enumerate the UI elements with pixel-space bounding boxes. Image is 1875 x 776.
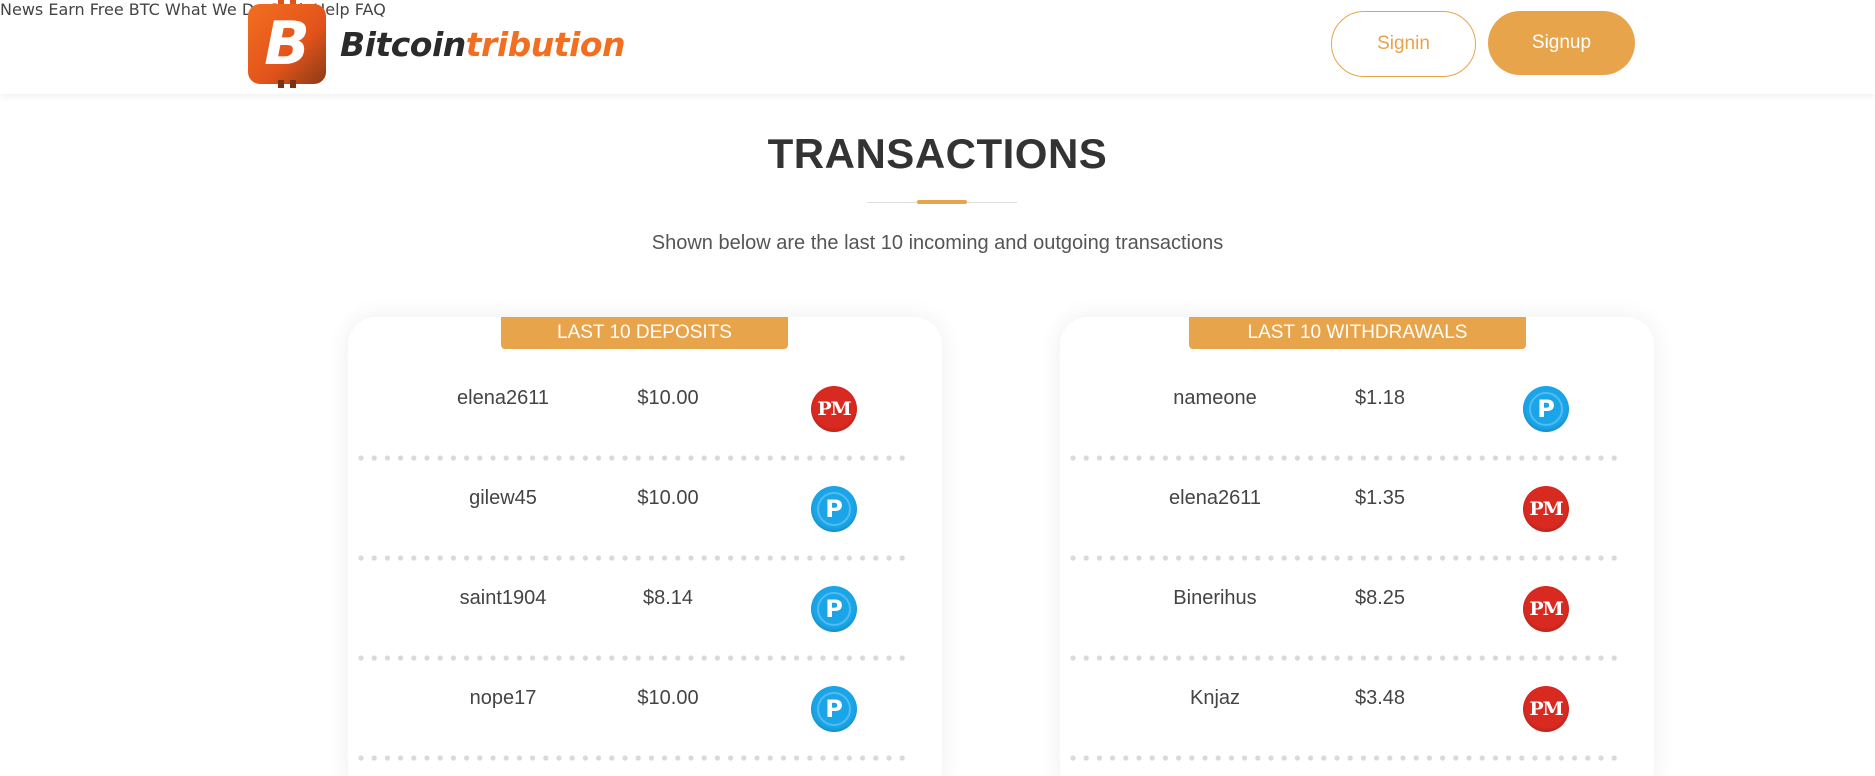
transaction-username: Binerihus: [1173, 587, 1257, 609]
signup-button[interactable]: Signup: [1488, 11, 1635, 75]
logo-text-orange: tribution: [465, 24, 626, 64]
payment-method-label: PM: [1529, 698, 1563, 720]
transaction-username: elena2611: [1169, 487, 1261, 509]
title-divider-accent: [917, 200, 967, 204]
transaction-row: nameone $1.18 P: [1060, 317, 1654, 461]
transaction-amount: $10.00: [637, 487, 699, 509]
transaction-username: nameone: [1173, 387, 1257, 409]
site-logo[interactable]: B Bitcointribution: [246, 0, 626, 88]
nav-earn-free-btc[interactable]: Earn Free BTC: [48, 0, 159, 19]
transaction-amount: $10.00: [637, 687, 699, 709]
transaction-row: elena2611 $1.35 PM: [1060, 417, 1654, 561]
withdrawals-card: LAST 10 WITHDRAWALS nameone $1.18 Pelena26…: [1060, 317, 1654, 776]
payeer-icon: P: [811, 686, 857, 732]
deposits-card: LAST 10 DEPOSITS elena2611 $10.00 PM gilew4…: [348, 317, 942, 776]
row-separator: [1070, 755, 1626, 761]
logo-wordmark: Bitcointribution: [340, 24, 626, 64]
transaction-username: gilew45: [469, 487, 537, 509]
transaction-amount: $8.25: [1354, 587, 1406, 609]
transaction-username: saint1904: [459, 587, 547, 609]
row-separator: [358, 755, 914, 761]
transaction-row: Binerihus $8.25 PM: [1060, 517, 1654, 661]
transaction-row: nope17 $10.00 P: [348, 617, 942, 761]
transaction-amount: $1.18: [1354, 387, 1406, 409]
logo-text-dark: Bitcoin: [340, 24, 466, 64]
payment-method-label: P: [817, 692, 851, 726]
page-subtitle: Shown below are the last 10 incoming and…: [651, 232, 1224, 254]
transaction-username: elena2611: [457, 387, 549, 409]
transaction-amount: $10.00: [637, 387, 699, 409]
transaction-row: Knjaz $3.48 PM: [1060, 617, 1654, 761]
nav-news[interactable]: News: [0, 0, 43, 19]
bitcoin-logo-icon: B: [246, 0, 328, 88]
transaction-row: saint1904 $8.14 P: [348, 517, 942, 661]
signin-button[interactable]: Signin: [1331, 11, 1476, 77]
logo-letter: B: [264, 9, 310, 79]
page-title: TRANSACTIONS: [767, 130, 1108, 177]
site-header: B Bitcointribution News Earn Free BTC Wh…: [0, 0, 1875, 94]
transaction-username: nope17: [469, 687, 537, 709]
transaction-username: Knjaz: [1189, 687, 1241, 709]
perfect-money-icon: PM: [1523, 686, 1569, 732]
transaction-amount: $1.35: [1354, 487, 1406, 509]
transaction-amount: $3.48: [1354, 687, 1406, 709]
transaction-row: elena2611 $10.00 PM: [348, 317, 942, 461]
transaction-row: gilew45 $10.00 P: [348, 417, 942, 561]
transaction-amount: $8.14: [642, 587, 694, 609]
